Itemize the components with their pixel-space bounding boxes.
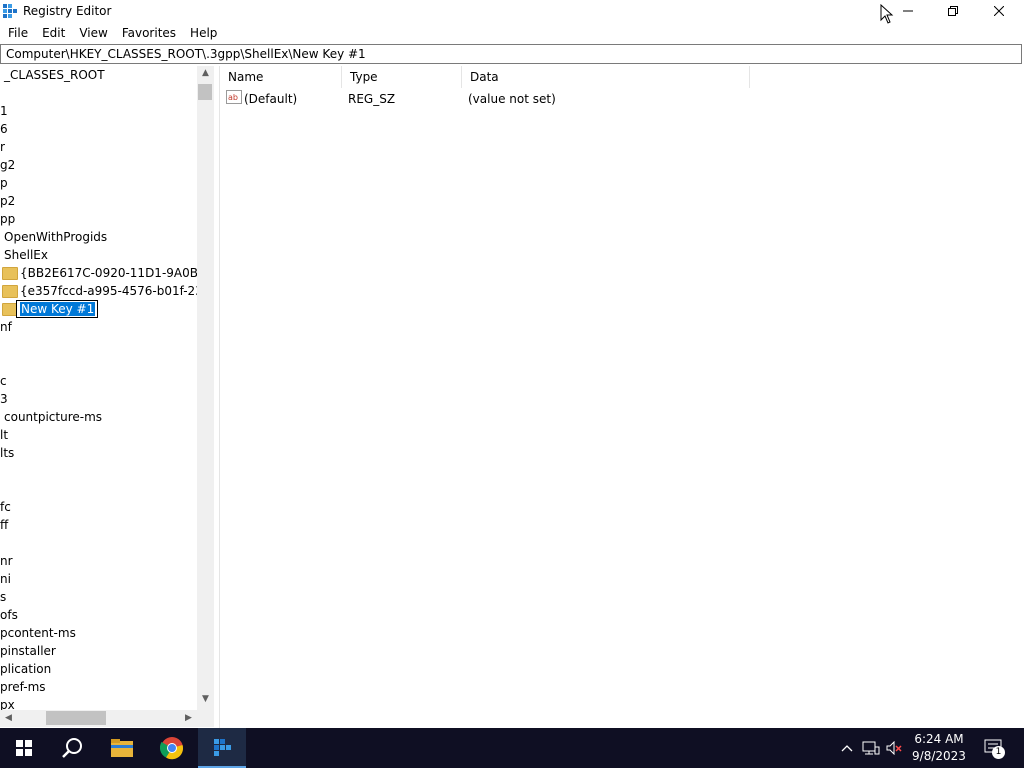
regedit-app-icon xyxy=(3,4,17,18)
key-tree[interactable]: _CLASSES_ROOT 1 6 r g2 p p2 pp OpenWithP… xyxy=(0,66,214,728)
close-button[interactable] xyxy=(976,0,1022,22)
tree-item-openwithprogids[interactable]: OpenWithProgids xyxy=(4,228,107,246)
restore-icon xyxy=(948,6,958,16)
registry-editor-window: Registry Editor File Edit View Favorites… xyxy=(0,0,1024,728)
tree-item-shellex-child[interactable]: {e357fccd-a995-4576-b01f-234630 xyxy=(2,282,214,300)
search-button[interactable] xyxy=(48,728,96,768)
string-value-icon: ab xyxy=(226,90,242,109)
scroll-thumb[interactable] xyxy=(46,711,106,725)
regedit-taskbar-button[interactable] xyxy=(198,728,246,768)
menu-favorites[interactable]: Favorites xyxy=(114,23,182,43)
tree-horizontal-scrollbar[interactable]: ◀ ▶ xyxy=(0,710,197,727)
tree-item[interactable]: lts xyxy=(0,444,14,462)
tree-item-label: {BB2E617C-0920-11D1-9A0B-00C0 xyxy=(20,266,214,280)
column-type-header[interactable]: Type xyxy=(342,66,462,88)
scrollbar-corner xyxy=(197,710,214,727)
title-bar[interactable]: Registry Editor xyxy=(0,0,1024,24)
column-data-header[interactable]: Data xyxy=(462,66,750,88)
svg-text:ab: ab xyxy=(228,93,238,102)
tree-item[interactable]: r xyxy=(0,138,5,156)
taskbar: 6:24 AM 9/8/2023 1 xyxy=(0,728,1024,768)
clock-time: 6:24 AM xyxy=(914,732,964,746)
window-title: Registry Editor xyxy=(23,4,112,18)
scroll-up-icon[interactable]: ▲ xyxy=(197,68,214,84)
minimize-icon xyxy=(903,10,913,12)
tree-item[interactable]: pp xyxy=(0,210,15,228)
tree-item[interactable]: countpicture-ms xyxy=(4,408,102,426)
clock[interactable]: 6:24 AM 9/8/2023 xyxy=(898,731,980,765)
rename-key-selected-text: New Key #1 xyxy=(20,302,96,316)
start-icon xyxy=(16,740,32,756)
tree-item[interactable]: p2 xyxy=(0,192,15,210)
file-explorer-button[interactable] xyxy=(98,728,146,768)
address-text: Computer\HKEY_CLASSES_ROOT\.3gpp\ShellEx… xyxy=(6,47,366,61)
tree-item-label: {e357fccd-a995-4576-b01f-234630 xyxy=(20,284,214,298)
show-hidden-icons-button[interactable] xyxy=(838,728,856,768)
scroll-left-icon[interactable]: ◀ xyxy=(0,710,17,727)
tree-item[interactable]: pcontent-ms xyxy=(0,624,76,642)
chrome-icon xyxy=(160,737,184,760)
menu-edit[interactable]: Edit xyxy=(34,23,71,43)
scroll-thumb[interactable] xyxy=(198,84,212,100)
search-icon xyxy=(62,738,82,758)
tree-item[interactable]: fc xyxy=(0,498,11,516)
value-name: (Default) xyxy=(244,92,298,106)
restore-button[interactable] xyxy=(930,0,976,22)
list-header: Name Type Data xyxy=(220,66,1024,88)
start-button[interactable] xyxy=(0,728,48,768)
tree-item[interactable]: 6 xyxy=(0,120,8,138)
tree-item[interactable]: pref-ms xyxy=(0,678,46,696)
menu-file[interactable]: File xyxy=(0,23,34,43)
regedit-icon xyxy=(214,739,231,756)
scroll-right-icon[interactable]: ▶ xyxy=(180,710,197,727)
column-name-header[interactable]: Name xyxy=(220,66,342,88)
tree-item[interactable]: ofs xyxy=(0,606,18,624)
tree-item[interactable]: 1 xyxy=(0,102,8,120)
tree-item[interactable]: ff xyxy=(0,516,8,534)
menu-help[interactable]: Help xyxy=(182,23,223,43)
menu-bar: File Edit View Favorites Help xyxy=(0,23,1024,43)
folder-icon xyxy=(2,285,18,298)
tree-item[interactable]: p xyxy=(0,174,8,192)
tree-vertical-scrollbar[interactable]: ▲ ▼ xyxy=(197,66,214,710)
tree-item[interactable]: pinstaller xyxy=(0,642,56,660)
folder-icon xyxy=(2,267,18,280)
network-tray-button[interactable] xyxy=(860,728,882,768)
mouse-cursor-icon xyxy=(880,4,894,24)
menu-view[interactable]: View xyxy=(71,23,113,43)
tree-item[interactable]: ni xyxy=(0,570,11,588)
values-list[interactable]: Name Type Data ab (Default) REG_SZ (valu… xyxy=(220,66,1024,728)
address-bar[interactable]: Computer\HKEY_CLASSES_ROOT\.3gpp\ShellEx… xyxy=(0,44,1022,64)
network-icon xyxy=(862,741,880,755)
tree-item[interactable]: plication xyxy=(0,660,51,678)
action-center-button[interactable]: 1 xyxy=(980,728,1008,768)
tree-item[interactable]: _CLASSES_ROOT xyxy=(4,66,105,84)
tree-item[interactable]: s xyxy=(0,588,6,606)
notification-count: 1 xyxy=(992,746,1005,759)
tree-item[interactable]: nr xyxy=(0,552,13,570)
tree-item[interactable]: g2 xyxy=(0,156,15,174)
close-icon xyxy=(994,6,1004,16)
chevron-up-icon xyxy=(841,745,853,752)
value-data: (value not set) xyxy=(468,92,556,106)
tree-item-shellex-child[interactable]: {BB2E617C-0920-11D1-9A0B-00C0 xyxy=(2,264,214,282)
scroll-down-icon[interactable]: ▼ xyxy=(197,694,214,710)
tree-item[interactable]: 3 xyxy=(0,390,8,408)
clock-date: 9/8/2023 xyxy=(912,749,966,763)
file-explorer-icon xyxy=(111,739,133,757)
tree-item[interactable]: nf xyxy=(0,318,12,336)
value-type: REG_SZ xyxy=(348,92,396,106)
rename-key-input[interactable]: New Key #1 xyxy=(16,300,98,318)
list-row[interactable]: ab (Default) REG_SZ (value not set) xyxy=(220,90,1024,108)
tree-item[interactable]: c xyxy=(0,372,7,390)
tree-item-shellex[interactable]: ShellEx xyxy=(4,246,48,264)
chrome-button[interactable] xyxy=(148,728,196,768)
tree-item[interactable]: lt xyxy=(0,426,8,444)
